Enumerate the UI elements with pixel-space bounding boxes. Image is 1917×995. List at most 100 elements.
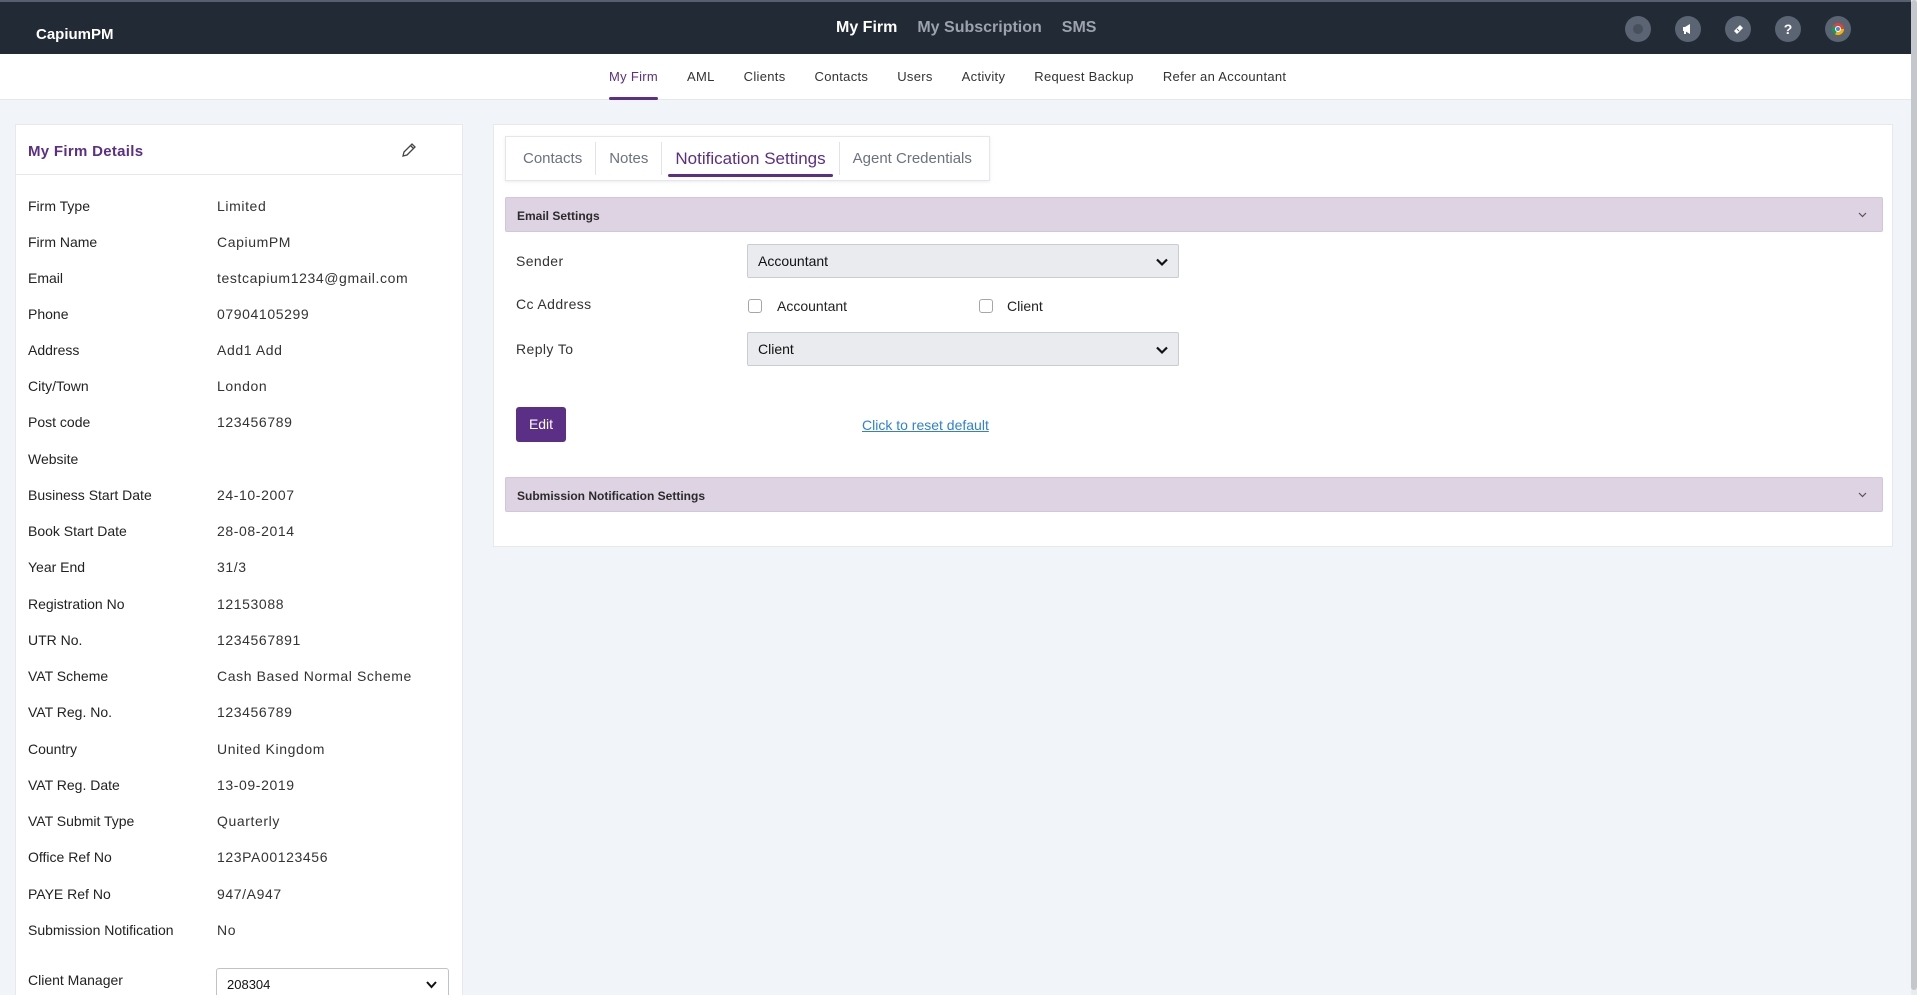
tab-bar: Contacts Notes Notification Settings Age… [505,136,990,181]
chevron-down-icon [1858,492,1867,498]
help-icon[interactable]: ? [1775,16,1801,42]
reply-to-value: Client [758,341,794,357]
cc-accountant-checkbox[interactable] [748,299,762,313]
firm-details-header: My Firm Details [16,125,462,175]
detail-value: 123456789 [217,414,293,430]
sender-select[interactable]: Accountant [747,244,1179,278]
detail-label: Firm Type [28,198,90,214]
detail-row: VAT Reg. Date 13-09-2019 [28,777,295,797]
edit-pencil-icon[interactable] [400,141,418,159]
detail-value: 12153088 [217,596,285,612]
reply-to-select[interactable]: Client [747,332,1179,366]
chevron-down-icon [426,981,437,989]
detail-label: VAT Submit Type [28,813,135,829]
page-scrollbar[interactable] [1911,0,1917,995]
detail-value: Add1 Add [217,342,283,358]
sub-nav-activity[interactable]: Activity [962,54,1006,100]
detail-row: Office Ref No 123PA00123456 [28,849,328,869]
cc-client-label: Client [1007,298,1043,314]
detail-label: VAT Reg. Date [28,777,120,793]
detail-label: UTR No. [28,632,83,648]
sub-nav-refer-an-accountant[interactable]: Refer an Accountant [1163,54,1287,100]
firm-details-panel: My Firm Details Firm Type Limited Firm Nam… [15,124,463,995]
reset-default-link[interactable]: Click to reset default [862,417,989,433]
edit-button[interactable]: Edit [516,407,566,442]
cc-address-label: Cc Address [516,296,592,312]
client-manager-select[interactable]: 208304 [216,968,449,995]
detail-value: 13-09-2019 [217,777,295,793]
detail-value: London [217,378,268,394]
detail-label: Phone [28,306,69,322]
submission-settings-header[interactable]: Submission Notification Settings [505,477,1883,512]
sub-nav-aml[interactable]: AML [687,54,715,100]
detail-label: Registration No [28,596,125,612]
detail-label: Website [28,451,79,467]
detail-value: 07904105299 [217,306,310,322]
sub-nav: My Firm AML Clients Contacts Users Activ… [0,54,1911,100]
detail-label: Post code [28,414,91,430]
sender-label: Sender [516,253,564,269]
cc-client-checkbox[interactable] [979,299,993,313]
detail-label: Country [28,741,78,757]
chevron-down-icon [1156,346,1168,355]
tab-agent-credentials[interactable]: Agent Credentials [840,142,985,175]
detail-label: Firm Name [28,234,98,250]
detail-label: Year End [28,559,86,575]
detail-value: Cash Based Normal Scheme [217,668,412,684]
detail-label: Email [28,270,64,286]
detail-row: PAYE Ref No 947/A947 [28,886,282,906]
detail-row: VAT Submit Type Quarterly [28,813,280,833]
detail-value: 28-08-2014 [217,523,295,539]
tab-contacts[interactable]: Contacts [510,142,597,175]
sub-nav-clients[interactable]: Clients [744,54,786,100]
reply-to-label: Reply To [516,341,574,357]
brand-logo[interactable]: CapiumPM [36,26,114,43]
detail-row: Email testcapium1234@gmail.com [28,270,408,290]
top-nav-my-subscription[interactable]: My Subscription [917,19,1041,37]
detail-row: Phone 07904105299 [28,306,309,326]
cc-accountant-label: Accountant [777,298,848,314]
detail-row: Post code 123456789 [28,414,292,434]
firm-details-title: My Firm Details [28,143,144,160]
help-glyph: ? [1783,21,1793,37]
top-nav-my-firm[interactable]: My Firm [836,19,897,37]
detail-row: Website [28,451,217,471]
detail-value: Quarterly [217,813,280,829]
top-nav-sms[interactable]: SMS [1062,19,1097,37]
sub-nav-request-backup[interactable]: Request Backup [1034,54,1134,100]
detail-value: testcapium1234@gmail.com [217,270,409,286]
detail-row: Firm Type Limited [28,198,266,218]
megaphone-icon[interactable] [1675,16,1701,42]
detail-value: 24-10-2007 [217,487,295,503]
tab-notes[interactable]: Notes [596,142,663,175]
client-manager-value: 208304 [227,977,271,992]
ticket-icon[interactable] [1725,16,1751,42]
detail-value: 947/A947 [217,886,282,902]
detail-value: Limited [217,198,267,214]
detail-value: 123456789 [217,704,293,720]
chrome-icon[interactable] [1825,16,1851,42]
status-circle-icon[interactable] [1625,16,1651,42]
detail-row: City/Town London [28,378,267,398]
detail-row: UTR No. 1234567891 [28,632,301,652]
email-settings-header[interactable]: Email Settings [505,197,1883,232]
sub-nav-my-firm[interactable]: My Firm [609,54,659,100]
notification-settings-panel: Contacts Notes Notification Settings Age… [493,124,1893,547]
detail-label: VAT Reg. No. [28,704,113,720]
detail-row: Firm Name CapiumPM [28,234,291,254]
detail-row: VAT Scheme Cash Based Normal Scheme [28,668,412,688]
sub-nav-contacts[interactable]: Contacts [815,54,869,100]
sub-nav-users[interactable]: Users [897,54,932,100]
detail-label: PAYE Ref No [28,886,111,902]
detail-label: Business Start Date [28,487,152,503]
detail-row: Year End 31/3 [28,559,247,579]
detail-label: Book Start Date [28,523,127,539]
detail-row: Country United Kingdom [28,741,325,761]
detail-label: VAT Scheme [28,668,109,684]
detail-row: Registration No 12153088 [28,596,284,616]
detail-value: United Kingdom [217,741,326,757]
scrollbar-thumb[interactable] [1911,0,1917,990]
submission-settings-title: Submission Notification Settings [517,489,706,503]
tab-notification-settings[interactable]: Notification Settings [662,142,840,177]
detail-row: Book Start Date 28-08-2014 [28,523,295,543]
